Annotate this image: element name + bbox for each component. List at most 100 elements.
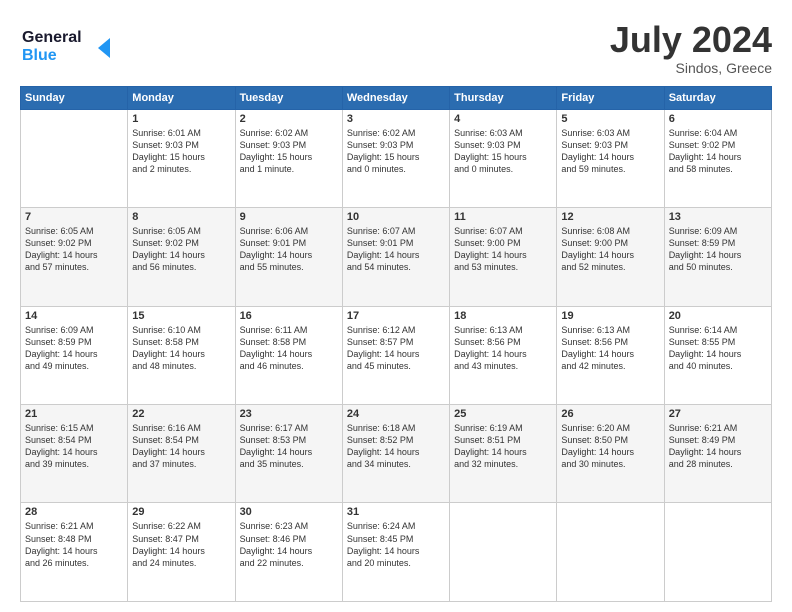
cell-info: Sunrise: 6:18 AM Sunset: 8:52 PM Dayligh… [347,422,445,471]
day-number: 23 [240,408,338,420]
calendar-cell: 25 Sunrise: 6:19 AM Sunset: 8:51 PM Dayli… [450,405,557,503]
cell-info: Sunrise: 6:09 AM Sunset: 8:59 PM Dayligh… [669,225,767,274]
day-number: 15 [132,310,230,322]
cell-info: Sunrise: 6:02 AM Sunset: 9:03 PM Dayligh… [347,127,445,176]
day-number: 20 [669,310,767,322]
day-number: 7 [25,211,123,223]
calendar-cell: 5 Sunrise: 6:03 AM Sunset: 9:03 PM Daylig… [557,109,664,207]
day-number: 9 [240,211,338,223]
calendar-cell: 19 Sunrise: 6:13 AM Sunset: 8:56 PM Dayli… [557,306,664,404]
calendar-cell: 4 Sunrise: 6:03 AM Sunset: 9:03 PM Daylig… [450,109,557,207]
svg-text:Blue: Blue [22,47,57,64]
week-row-2: 7 Sunrise: 6:05 AM Sunset: 9:02 PM Daylig… [21,208,772,306]
cell-info: Sunrise: 6:13 AM Sunset: 8:56 PM Dayligh… [561,324,659,373]
cell-info: Sunrise: 6:21 AM Sunset: 8:49 PM Dayligh… [669,422,767,471]
cell-info: Sunrise: 6:19 AM Sunset: 8:51 PM Dayligh… [454,422,552,471]
day-number: 10 [347,211,445,223]
cell-info: Sunrise: 6:14 AM Sunset: 8:55 PM Dayligh… [669,324,767,373]
weekday-header-tuesday: Tuesday [235,86,342,109]
day-number: 30 [240,506,338,518]
calendar-cell: 31 Sunrise: 6:24 AM Sunset: 8:45 PM Dayli… [342,503,449,602]
calendar-cell: 12 Sunrise: 6:08 AM Sunset: 9:00 PM Dayli… [557,208,664,306]
cell-info: Sunrise: 6:21 AM Sunset: 8:48 PM Dayligh… [25,520,123,569]
cell-info: Sunrise: 6:05 AM Sunset: 9:02 PM Dayligh… [25,225,123,274]
day-number: 31 [347,506,445,518]
day-number: 26 [561,408,659,420]
day-number: 1 [132,113,230,125]
calendar-cell: 17 Sunrise: 6:12 AM Sunset: 8:57 PM Dayli… [342,306,449,404]
calendar-cell: 13 Sunrise: 6:09 AM Sunset: 8:59 PM Dayli… [664,208,771,306]
cell-info: Sunrise: 6:12 AM Sunset: 8:57 PM Dayligh… [347,324,445,373]
calendar-cell: 28Sunrise: 6:21 AM Sunset: 8:48 PM Dayli… [21,503,128,602]
day-number: 3 [347,113,445,125]
calendar-cell: 22 Sunrise: 6:16 AM Sunset: 8:54 PM Dayli… [128,405,235,503]
calendar-cell: 10Sunrise: 6:07 AM Sunset: 9:01 PM Dayli… [342,208,449,306]
cell-info: Sunrise: 6:15 AM Sunset: 8:54 PM Dayligh… [25,422,123,471]
cell-info: Sunrise: 6:10 AM Sunset: 8:58 PM Dayligh… [132,324,230,373]
cell-info: Sunrise: 6:09 AM Sunset: 8:59 PM Dayligh… [25,324,123,373]
title-block: July 2024 Sindos, Greece [610,20,772,76]
weekday-header-monday: Monday [128,86,235,109]
weekday-header-sunday: Sunday [21,86,128,109]
calendar-cell: 7 Sunrise: 6:05 AM Sunset: 9:02 PM Daylig… [21,208,128,306]
cell-info: Sunrise: 6:03 AM Sunset: 9:03 PM Dayligh… [561,127,659,176]
cell-info: Sunrise: 6:01 AM Sunset: 9:03 PM Dayligh… [132,127,230,176]
cell-info: Sunrise: 6:11 AM Sunset: 8:58 PM Dayligh… [240,324,338,373]
day-number: 11 [454,211,552,223]
calendar-cell: 8Sunrise: 6:05 AM Sunset: 9:02 PM Daylig… [128,208,235,306]
day-number: 2 [240,113,338,125]
calendar-table: SundayMondayTuesdayWednesdayThursdayFrid… [20,86,772,602]
location-subtitle: Sindos, Greece [610,60,772,76]
cell-info: Sunrise: 6:24 AM Sunset: 8:45 PM Dayligh… [347,520,445,569]
day-number: 18 [454,310,552,322]
cell-info: Sunrise: 6:03 AM Sunset: 9:03 PM Dayligh… [454,127,552,176]
day-number: 13 [669,211,767,223]
day-number: 14 [25,310,123,322]
cell-info: Sunrise: 6:06 AM Sunset: 9:01 PM Dayligh… [240,225,338,274]
day-number: 19 [561,310,659,322]
weekday-header-saturday: Saturday [664,86,771,109]
calendar-cell: 21Sunrise: 6:15 AM Sunset: 8:54 PM Dayli… [21,405,128,503]
calendar-cell: 18 Sunrise: 6:13 AM Sunset: 8:56 PM Dayli… [450,306,557,404]
cell-info: Sunrise: 6:02 AM Sunset: 9:03 PM Dayligh… [240,127,338,176]
calendar-cell: 11 Sunrise: 6:07 AM Sunset: 9:00 PM Dayli… [450,208,557,306]
day-number: 6 [669,113,767,125]
page: General Blue July 2024 Sindos, Greece Su… [0,0,792,612]
weekday-header-wednesday: Wednesday [342,86,449,109]
cell-info: Sunrise: 6:22 AM Sunset: 8:47 PM Dayligh… [132,520,230,569]
cell-info: Sunrise: 6:23 AM Sunset: 8:46 PM Dayligh… [240,520,338,569]
cell-info: Sunrise: 6:16 AM Sunset: 8:54 PM Dayligh… [132,422,230,471]
logo-icon: General Blue [20,20,120,65]
day-number: 24 [347,408,445,420]
calendar-cell: 26 Sunrise: 6:20 AM Sunset: 8:50 PM Dayli… [557,405,664,503]
calendar-cell: 2 Sunrise: 6:02 AM Sunset: 9:03 PM Daylig… [235,109,342,207]
cell-info: Sunrise: 6:13 AM Sunset: 8:56 PM Dayligh… [454,324,552,373]
cell-info: Sunrise: 6:04 AM Sunset: 9:02 PM Dayligh… [669,127,767,176]
day-number: 5 [561,113,659,125]
calendar-cell [557,503,664,602]
cell-info: Sunrise: 6:07 AM Sunset: 9:00 PM Dayligh… [454,225,552,274]
day-number: 17 [347,310,445,322]
week-row-5: 28Sunrise: 6:21 AM Sunset: 8:48 PM Dayli… [21,503,772,602]
weekday-header-thursday: Thursday [450,86,557,109]
day-number: 25 [454,408,552,420]
calendar-cell: 20 Sunrise: 6:14 AM Sunset: 8:55 PM Dayli… [664,306,771,404]
calendar-cell [450,503,557,602]
calendar-cell [664,503,771,602]
calendar-cell: 29Sunrise: 6:22 AM Sunset: 8:47 PM Dayli… [128,503,235,602]
logo: General Blue [20,20,120,70]
week-row-4: 21Sunrise: 6:15 AM Sunset: 8:54 PM Dayli… [21,405,772,503]
calendar-cell: 6 Sunrise: 6:04 AM Sunset: 9:02 PM Daylig… [664,109,771,207]
calendar-cell: 16Sunrise: 6:11 AM Sunset: 8:58 PM Dayli… [235,306,342,404]
calendar-cell: 9 Sunrise: 6:06 AM Sunset: 9:01 PM Daylig… [235,208,342,306]
day-number: 12 [561,211,659,223]
calendar-cell: 15 Sunrise: 6:10 AM Sunset: 8:58 PM Dayli… [128,306,235,404]
cell-info: Sunrise: 6:20 AM Sunset: 8:50 PM Dayligh… [561,422,659,471]
calendar-cell: 23Sunrise: 6:17 AM Sunset: 8:53 PM Dayli… [235,405,342,503]
day-number: 22 [132,408,230,420]
calendar-cell: 24 Sunrise: 6:18 AM Sunset: 8:52 PM Dayli… [342,405,449,503]
day-number: 8 [132,211,230,223]
day-number: 4 [454,113,552,125]
cell-info: Sunrise: 6:08 AM Sunset: 9:00 PM Dayligh… [561,225,659,274]
week-row-3: 14 Sunrise: 6:09 AM Sunset: 8:59 PM Dayli… [21,306,772,404]
